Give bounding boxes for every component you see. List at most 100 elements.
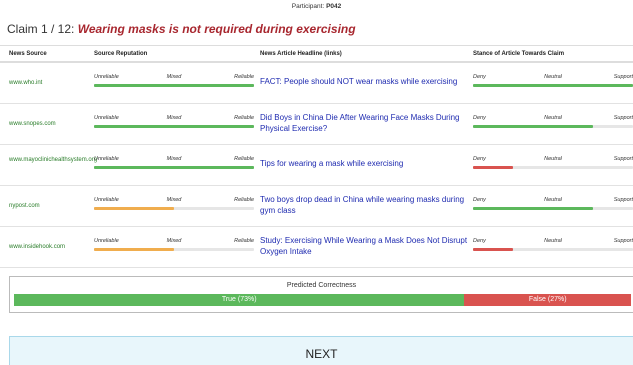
stance-bar — [473, 125, 633, 128]
scale-label-reliable: Reliable — [234, 197, 254, 203]
reputation-bar-fill — [94, 207, 174, 210]
scale-label-unreliable: Unreliable — [94, 238, 119, 244]
news-source: www.mayoclinichealthsystem.org — [9, 157, 98, 163]
table-body: www.who.int Unreliable Mixed Reliable FACT: … — [0, 63, 633, 268]
news-source: www.insidehook.com — [9, 244, 66, 250]
claim-counter: Claim 1 / 12: — [7, 22, 75, 36]
reputation-bar-fill — [94, 166, 254, 169]
reputation-scale-labels: Unreliable Mixed Reliable — [94, 197, 254, 205]
scale-label-neutral: Neutral — [544, 74, 562, 80]
stance-bar-fill — [473, 125, 593, 128]
scale-label-support: Support — [613, 238, 633, 244]
article-stance: Deny Neutral Support — [473, 74, 633, 87]
header-source-reputation: Source Reputation — [94, 51, 148, 57]
scale-label-reliable: Reliable — [234, 115, 254, 121]
predicted-correctness-panel: Predicted Correctness True (73%) False (… — [9, 276, 633, 313]
article-stance: Deny Neutral Support — [473, 156, 633, 169]
scale-label-deny: Deny — [473, 238, 486, 244]
news-source: www.snopes.com — [9, 121, 56, 127]
predicted-false-segment: False (27%) — [464, 294, 631, 306]
predicted-correctness-title: Predicted Correctness — [286, 282, 357, 289]
stance-bar-fill — [473, 207, 593, 210]
scale-label-support: Support — [613, 74, 633, 80]
reputation-bar-fill — [94, 248, 174, 251]
article-stance: Deny Neutral Support — [473, 115, 633, 128]
scale-label-deny: Deny — [473, 115, 486, 121]
reputation-bar — [94, 166, 254, 169]
reputation-bar-fill — [94, 84, 254, 87]
news-source: nypost.com — [9, 203, 40, 209]
headline-link[interactable]: Tips for wearing a mask while exercising — [260, 158, 470, 169]
claim-title: Claim 1 / 12: Wearing masks is not requi… — [7, 22, 356, 36]
participant-id: P042 — [326, 3, 342, 10]
reputation-bar — [94, 207, 254, 210]
reputation-bar — [94, 125, 254, 128]
reputation-scale-labels: Unreliable Mixed Reliable — [94, 238, 254, 246]
stance-scale-labels: Deny Neutral Support — [473, 74, 633, 82]
table-row: www.snopes.com Unreliable Mixed Reliable Did… — [0, 104, 633, 145]
scale-label-reliable: Reliable — [234, 156, 254, 162]
scale-label-mixed: Mixed — [166, 115, 182, 121]
stance-bar — [473, 248, 633, 251]
scale-label-mixed: Mixed — [166, 197, 182, 203]
scale-label-mixed: Mixed — [166, 74, 182, 80]
header-headline: News Article Headline (links) — [260, 51, 342, 57]
headline-link[interactable]: Study: Exercising While Wearing a Mask D… — [260, 235, 470, 257]
scale-label-support: Support — [613, 156, 633, 162]
table-header: News Source Source Reputation News Artic… — [0, 45, 633, 63]
stance-scale-labels: Deny Neutral Support — [473, 156, 633, 164]
stance-scale-labels: Deny Neutral Support — [473, 197, 633, 205]
scale-label-unreliable: Unreliable — [94, 74, 119, 80]
scale-label-mixed: Mixed — [166, 238, 182, 244]
scale-label-unreliable: Unreliable — [94, 115, 119, 121]
scale-label-reliable: Reliable — [234, 74, 254, 80]
source-reputation: Unreliable Mixed Reliable — [94, 156, 254, 169]
header-stance: Stance of Article Towards Claim — [473, 51, 565, 57]
stance-bar-fill — [473, 84, 633, 87]
stance-bar-fill — [473, 248, 513, 251]
table-row: nypost.com Unreliable Mixed Reliable Two boy… — [0, 186, 633, 227]
stance-bar — [473, 166, 633, 169]
stance-scale-labels: Deny Neutral Support — [473, 238, 633, 246]
reputation-scale-labels: Unreliable Mixed Reliable — [94, 156, 254, 164]
source-reputation: Unreliable Mixed Reliable — [94, 197, 254, 210]
headline-link[interactable]: Did Boys in China Die After Wearing Face… — [260, 112, 470, 134]
reputation-bar-fill — [94, 125, 254, 128]
header-news-source: News Source — [9, 51, 47, 57]
scale-label-mixed: Mixed — [166, 156, 182, 162]
news-table: News Source Source Reputation News Artic… — [0, 45, 633, 268]
headline-link[interactable]: Two boys drop dead in China while wearin… — [260, 194, 470, 216]
scale-label-deny: Deny — [473, 74, 486, 80]
article-stance: Deny Neutral Support — [473, 238, 633, 251]
source-reputation: Unreliable Mixed Reliable — [94, 115, 254, 128]
news-source: www.who.int — [9, 80, 43, 86]
source-reputation: Unreliable Mixed Reliable — [94, 74, 254, 87]
participant-info: Participant: P042 — [0, 3, 633, 10]
scale-label-unreliable: Unreliable — [94, 156, 119, 162]
headline-link[interactable]: FACT: People should NOT wear masks while… — [260, 76, 470, 87]
scale-label-unreliable: Unreliable — [94, 197, 119, 203]
next-button[interactable]: NEXT — [9, 336, 633, 365]
reputation-bar — [94, 248, 254, 251]
table-row: www.insidehook.com Unreliable Mixed Reliabl… — [0, 227, 633, 268]
scale-label-reliable: Reliable — [234, 238, 254, 244]
predicted-correctness-bar: True (73%) False (27%) — [14, 294, 631, 306]
scale-label-deny: Deny — [473, 156, 486, 162]
scale-label-neutral: Neutral — [544, 238, 562, 244]
stance-bar — [473, 84, 633, 87]
scale-label-support: Support — [613, 115, 633, 121]
scale-label-deny: Deny — [473, 197, 486, 203]
claim-text: Wearing masks is not required during exe… — [77, 22, 356, 36]
scale-label-neutral: Neutral — [544, 115, 562, 121]
table-row: www.mayoclinichealthsystem.org Unreliable… — [0, 145, 633, 186]
participant-label: Participant: — [291, 3, 325, 10]
source-reputation: Unreliable Mixed Reliable — [94, 238, 254, 251]
scale-label-neutral: Neutral — [544, 156, 562, 162]
stance-bar-fill — [473, 166, 513, 169]
scale-label-support: Support — [613, 197, 633, 203]
stance-scale-labels: Deny Neutral Support — [473, 115, 633, 123]
reputation-scale-labels: Unreliable Mixed Reliable — [94, 115, 254, 123]
reputation-scale-labels: Unreliable Mixed Reliable — [94, 74, 254, 82]
article-stance: Deny Neutral Support — [473, 197, 633, 210]
stance-bar — [473, 207, 633, 210]
